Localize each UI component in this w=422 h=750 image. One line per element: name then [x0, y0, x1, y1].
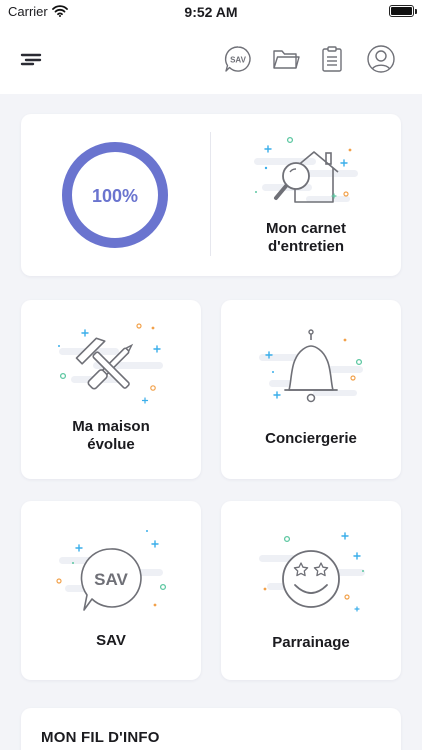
- sav-bubble-icon: SAV: [224, 46, 251, 72]
- carnet-label: Mon carnet d'entretien: [265, 220, 346, 255]
- sav-bubble-large-icon: SAV: [56, 530, 167, 611]
- carnet-card[interactable]: 100% Mon carnet d'entretien: [21, 114, 401, 276]
- menu-icon: [20, 53, 42, 66]
- progress-ring: 100%: [62, 142, 168, 248]
- tools-icon: [58, 323, 163, 404]
- app-header: SAV: [0, 24, 422, 94]
- documents-button[interactable]: [271, 44, 301, 74]
- news-feed-card: MON FIL D'INFO: [21, 708, 401, 750]
- tile-parrainage-label: Parrainage: [272, 634, 350, 651]
- tile-sav-label: SAV: [96, 632, 126, 649]
- tile-ma-maison-label: Ma maison évolue: [72, 418, 150, 453]
- news-feed-title: MON FIL D'INFO: [41, 729, 160, 746]
- clipboard-button[interactable]: [317, 44, 347, 74]
- tile-parrainage[interactable]: Parrainage: [221, 501, 401, 680]
- sav-header-button[interactable]: SAV: [223, 44, 253, 74]
- sav-icon-text: SAV: [94, 570, 128, 589]
- house-search-icon: [254, 136, 358, 203]
- tile-conciergerie-label: Conciergerie: [265, 430, 357, 447]
- clock: 9:52 AM: [184, 4, 238, 20]
- status-bar: Carrier 9:52 AM: [0, 0, 422, 24]
- user-icon: [367, 45, 395, 73]
- folder-icon: [273, 50, 300, 69]
- battery-icon: [389, 5, 417, 17]
- progress-percent: 100%: [92, 186, 138, 206]
- menu-button[interactable]: [16, 44, 46, 74]
- clipboard-icon: [322, 46, 342, 72]
- bell-icon: [259, 329, 363, 403]
- tile-sav[interactable]: SAV SAV: [21, 501, 201, 680]
- tile-ma-maison[interactable]: Ma maison évolue: [21, 300, 201, 479]
- sav-header-icon-text: SAV: [230, 56, 247, 65]
- tile-conciergerie[interactable]: Conciergerie: [221, 300, 401, 479]
- smiley-star-eyes-icon: [259, 532, 365, 612]
- profile-button[interactable]: [366, 44, 396, 74]
